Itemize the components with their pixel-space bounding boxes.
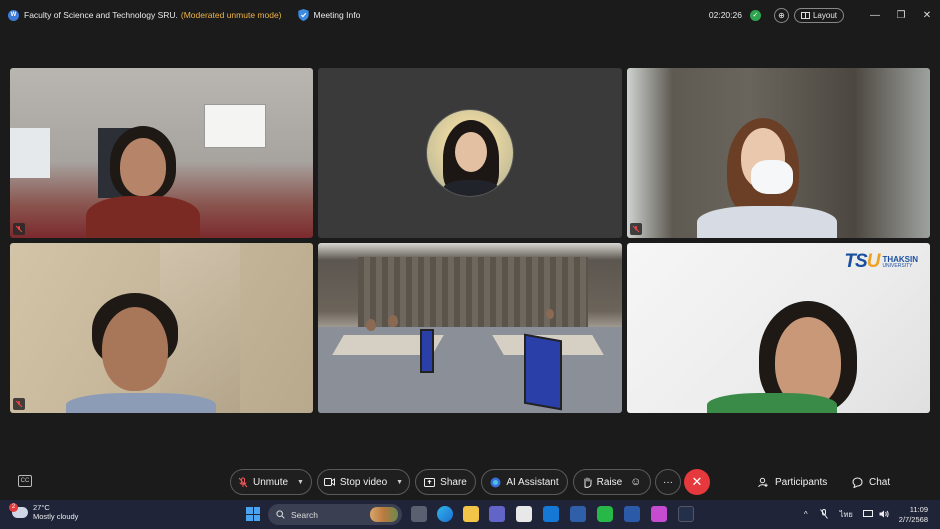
face-mask [751, 160, 793, 194]
reactions-icon[interactable]: ☺ [630, 476, 641, 488]
layout-label: Layout [812, 10, 837, 20]
remote-desktop-icon[interactable] [570, 506, 586, 522]
canva-icon[interactable] [651, 506, 667, 522]
thaksin-university-logo: TSU THAKSIN UNIVERSITY [844, 251, 918, 273]
mic-muted-tray-icon[interactable] [819, 508, 828, 521]
search-icon [276, 510, 285, 519]
language-indicator[interactable]: ไทย [840, 509, 853, 521]
tsu-logo-line2: UNIVERSITY [882, 262, 913, 269]
more-label: ··· [663, 476, 673, 488]
participants-button[interactable]: Participants [758, 469, 827, 495]
weather-desc: Mostly cloudy [33, 512, 79, 522]
file-explorer-icon[interactable] [463, 506, 479, 522]
system-tray: ^ ไทย 11:09 2/7/2568 [804, 500, 940, 529]
chat-button[interactable]: Chat [852, 469, 890, 495]
moderated-mode-label: (Moderated unmute mode) [180, 10, 282, 20]
windows-taskbar: 2 27°C Mostly cloudy Search ^ ไทย 11:09 … [0, 500, 940, 529]
muted-mic-icon [630, 223, 642, 235]
share-screen-icon [424, 477, 436, 487]
window-background [10, 128, 50, 178]
minimize-button[interactable]: — [862, 0, 888, 30]
more-options-button[interactable]: ··· [655, 469, 681, 495]
webex-logo-icon: W [8, 9, 19, 21]
webex-meeting-window: W Faculty of Science and Technology SRU.… [0, 0, 940, 529]
closed-captions-icon[interactable]: CC [18, 475, 32, 487]
close-window-button[interactable]: ✕ [914, 0, 940, 30]
raise-hand-button[interactable]: Raise ☺ [573, 469, 651, 495]
chat-icon [852, 476, 863, 488]
unmute-label: Unmute [253, 476, 289, 488]
muted-mic-icon [13, 223, 25, 235]
stop-video-button[interactable]: Stop video ▼ [317, 469, 410, 495]
webex-taskbar-icon[interactable] [678, 506, 694, 522]
notification-badge: 2 [9, 502, 18, 512]
participants-icon [758, 477, 768, 487]
video-tile-4[interactable] [10, 243, 313, 413]
search-highlight-image [370, 507, 398, 522]
chevron-down-icon[interactable]: ▼ [297, 479, 304, 486]
raise-hand-icon [584, 477, 592, 488]
whiteboard [204, 104, 266, 148]
meeting-title: Faculty of Science and Technology SRU. [24, 10, 178, 20]
clock-date: 2/7/2568 [898, 514, 928, 524]
microsoft-store-icon[interactable] [516, 506, 532, 522]
room-monitor-right [524, 333, 562, 411]
cloud-icon: 2 [9, 502, 28, 518]
taskbar-clock[interactable]: 11:09 2/7/2568 [899, 505, 928, 525]
shield-icon[interactable] [297, 9, 309, 21]
video-tile-1[interactable] [10, 68, 313, 238]
search-placeholder: Search [291, 509, 318, 520]
video-tile-3[interactable] [627, 68, 930, 238]
stop-video-label: Stop video [339, 476, 388, 488]
share-label: Share [440, 476, 467, 488]
meeting-info-button[interactable]: Meeting Info [314, 10, 361, 20]
windows-start-icon[interactable] [246, 507, 260, 521]
ai-assistant-icon [490, 477, 501, 487]
word-icon[interactable] [624, 506, 640, 522]
connection-status-icon[interactable]: ✓ [749, 9, 761, 21]
layout-button[interactable]: Layout [793, 7, 844, 23]
zoom-icon[interactable]: ⊕ [773, 7, 789, 23]
restore-button[interactable]: ❐ [888, 0, 914, 30]
video-tile-6[interactable]: TSU THAKSIN UNIVERSITY [627, 243, 930, 413]
camera-icon [323, 478, 335, 486]
participants-label: Participants [775, 476, 828, 488]
unmute-button[interactable]: Unmute ▼ [230, 469, 312, 495]
raise-label: Raise [596, 476, 623, 488]
chevron-up-icon[interactable]: ^ [804, 510, 808, 519]
meeting-timer: 02:20:26 [708, 10, 742, 20]
leave-meeting-button[interactable]: ✕ [684, 469, 710, 495]
task-view-icon[interactable] [411, 506, 427, 522]
chevron-down-icon[interactable]: ▼ [396, 479, 403, 486]
share-button[interactable]: Share [415, 469, 476, 495]
edge-browser-icon[interactable] [437, 506, 453, 522]
clock-time: 11:09 [909, 504, 928, 514]
video-tile-2[interactable] [318, 68, 622, 238]
volume-icon[interactable] [879, 510, 889, 520]
weather-temp: 27°C [33, 503, 50, 512]
participant-2-avatar [426, 109, 514, 197]
meeting-controls-bar: CC Unmute ▼ Stop video ▼ Share AI Assist… [0, 467, 940, 497]
title-bar: W Faculty of Science and Technology SRU.… [0, 0, 940, 30]
teams-icon[interactable] [489, 506, 505, 522]
line-app-icon[interactable] [597, 506, 613, 522]
network-icon[interactable] [862, 509, 873, 520]
weather-widget[interactable]: 2 27°C Mostly cloudy [9, 502, 79, 522]
ai-assistant-button[interactable]: AI Assistant [481, 469, 568, 495]
outlook-icon[interactable] [543, 506, 559, 522]
layout-grid-icon [800, 11, 810, 19]
video-tile-5[interactable] [318, 243, 622, 413]
tsu-logo-mark: TSU [844, 251, 880, 272]
room-monitor-left [420, 329, 434, 373]
chat-label: Chat [869, 476, 891, 488]
taskbar-search[interactable]: Search [268, 504, 402, 525]
ai-assistant-label: AI Assistant [506, 476, 559, 488]
mic-off-icon [238, 477, 248, 487]
muted-mic-icon [13, 398, 25, 410]
